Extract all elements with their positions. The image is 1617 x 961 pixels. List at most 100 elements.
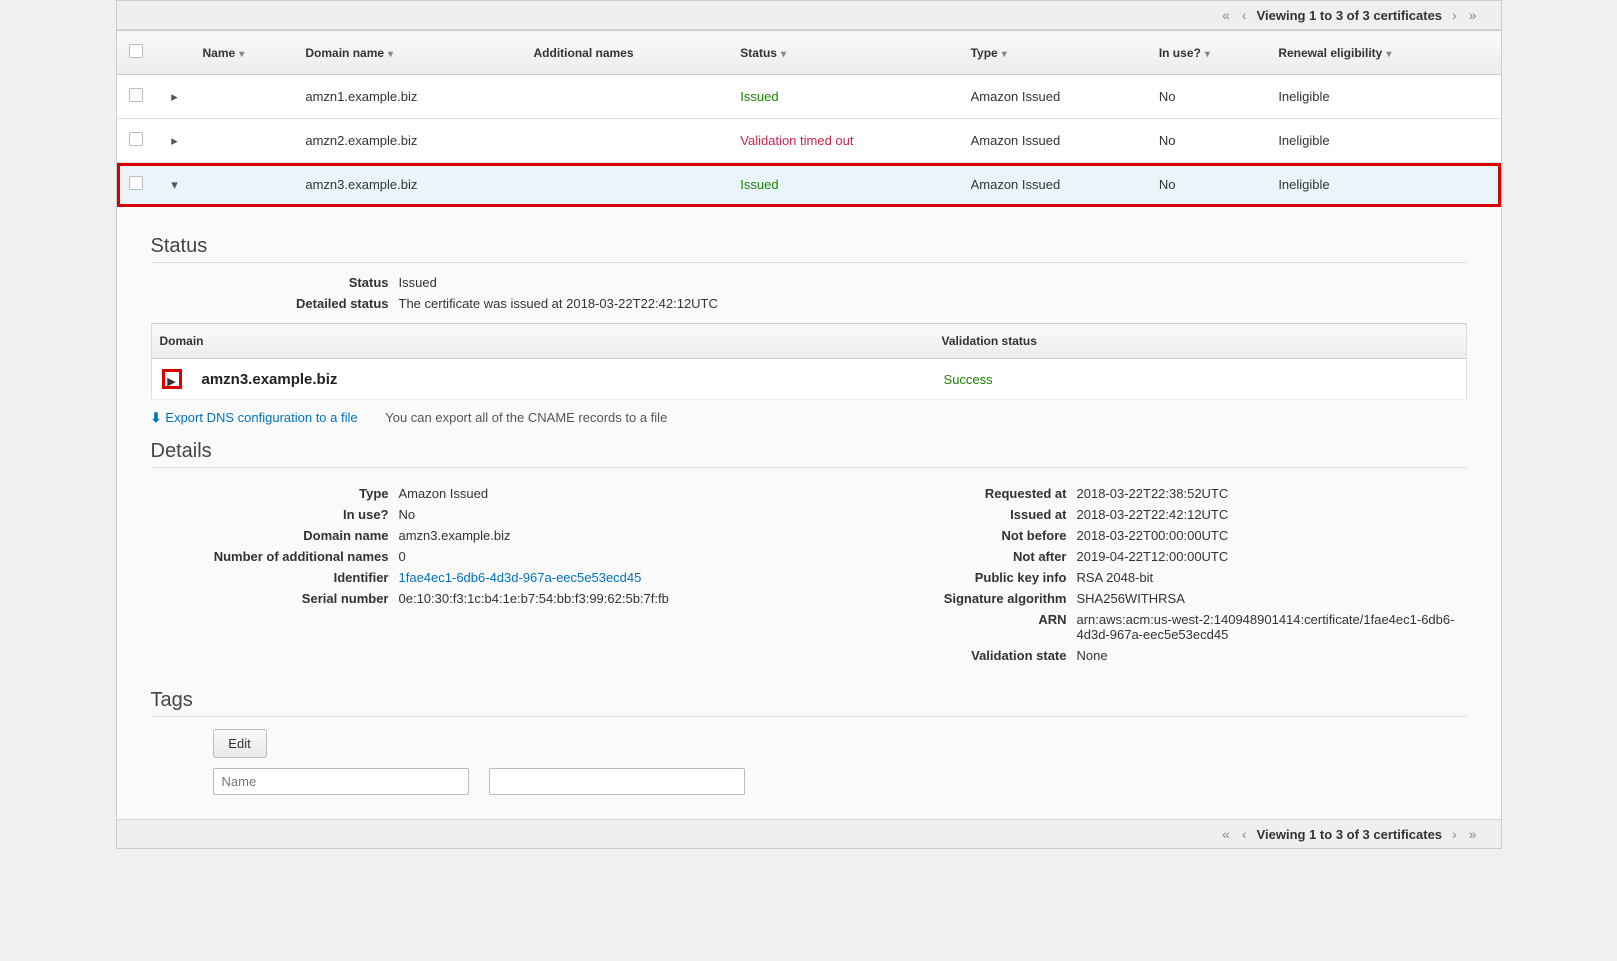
- identifier-link[interactable]: 1fae4ec1-6db6-4d3d-967a-eec5e53ecd45: [399, 570, 642, 585]
- detail-value: arn:aws:acm:us-west-2:140948901414:certi…: [1077, 612, 1455, 642]
- cell-domain: amzn3.example.biz: [297, 163, 525, 207]
- details-heading: Details: [151, 440, 1467, 463]
- caret-down-icon: ▾: [1002, 49, 1007, 60]
- pager-top: « ‹ Viewing 1 to 3 of 3 certificates › »: [117, 1, 1501, 30]
- cell-status: Issued: [732, 75, 962, 119]
- pager-prev-icon[interactable]: ‹: [1236, 7, 1253, 23]
- detail-label: Requested at: [829, 486, 1077, 501]
- domain-col-header: Domain: [151, 324, 934, 359]
- select-all-checkbox[interactable]: [129, 44, 143, 58]
- table-row[interactable]: ▸ amzn2.example.biz Validation timed out…: [117, 119, 1501, 163]
- detail-label: Validation state: [829, 648, 1077, 663]
- detailed-status-label: Detailed status: [151, 296, 399, 311]
- col-type[interactable]: Type▾: [963, 31, 1151, 75]
- pager-next-icon[interactable]: ›: [1446, 826, 1463, 842]
- detail-label: Signature algorithm: [829, 591, 1077, 606]
- col-inuse[interactable]: In use?▾: [1151, 31, 1271, 75]
- detail-value: No: [399, 507, 416, 522]
- detail-value: amzn3.example.biz: [399, 528, 511, 543]
- pager-next-icon[interactable]: ›: [1446, 7, 1463, 23]
- validation-status: Success: [934, 359, 1466, 400]
- col-name[interactable]: Name▾: [195, 31, 298, 75]
- cell-type: Amazon Issued: [963, 75, 1151, 119]
- tag-value-input[interactable]: [489, 768, 745, 795]
- detail-value: SHA256WITHRSA: [1077, 591, 1185, 606]
- pager-first-icon[interactable]: «: [1216, 826, 1236, 842]
- row-expand-toggle[interactable]: ▾: [155, 163, 195, 207]
- col-status[interactable]: Status▾: [732, 31, 962, 75]
- cell-renewal: Ineligible: [1270, 75, 1500, 119]
- download-icon: ⬇: [151, 410, 162, 425]
- caret-down-icon: ▾: [1386, 49, 1391, 60]
- detail-label: Not after: [829, 549, 1077, 564]
- export-note: You can export all of the CNAME records …: [385, 410, 667, 425]
- cell-status: Issued: [732, 163, 962, 207]
- detail-value: 2018-03-22T22:42:12UTC: [1077, 507, 1229, 522]
- cell-type: Amazon Issued: [963, 163, 1151, 207]
- caret-down-icon: ▾: [1205, 49, 1210, 60]
- status-label: Status: [151, 275, 399, 290]
- caret-down-icon: ▾: [388, 49, 393, 60]
- edit-tags-button[interactable]: Edit: [213, 729, 267, 758]
- detail-label: Issued at: [829, 507, 1077, 522]
- detail-label: Serial number: [151, 591, 399, 606]
- detail-value: 2018-03-22T22:38:52UTC: [1077, 486, 1229, 501]
- detailed-status-value: The certificate was issued at 2018-03-22…: [399, 296, 1467, 311]
- detail-value: 2018-03-22T00:00:00UTC: [1077, 528, 1229, 543]
- col-renewal[interactable]: Renewal eligibility▾: [1270, 31, 1500, 75]
- detail-label: Public key info: [829, 570, 1077, 585]
- cell-domain: amzn2.example.biz: [297, 119, 525, 163]
- domain-expand-icon[interactable]: ▶: [162, 369, 182, 389]
- detail-label: Number of additional names: [151, 549, 399, 564]
- row-checkbox[interactable]: [129, 88, 143, 102]
- pager-last-icon[interactable]: »: [1463, 7, 1483, 23]
- table-row[interactable]: ▾ amzn3.example.biz Issued Amazon Issued…: [117, 163, 1501, 207]
- col-domain[interactable]: Domain name▾: [297, 31, 525, 75]
- detail-label: Type: [151, 486, 399, 501]
- cell-inuse: No: [1151, 75, 1271, 119]
- cell-additional: [526, 119, 733, 163]
- pager-text: Viewing 1 to 3 of 3 certificates: [1253, 827, 1446, 842]
- export-dns-link[interactable]: ⬇Export DNS configuration to a file: [151, 410, 358, 425]
- caret-down-icon: ▾: [781, 49, 786, 60]
- cell-inuse: No: [1151, 119, 1271, 163]
- detail-label: Domain name: [151, 528, 399, 543]
- detail-value: RSA 2048-bit: [1077, 570, 1154, 585]
- cell-renewal: Ineligible: [1270, 119, 1500, 163]
- cell-name: [195, 75, 298, 119]
- detail-value: 0: [399, 549, 406, 564]
- domain-validation-table: Domain Validation status ▶ amzn3.example…: [151, 323, 1467, 400]
- row-checkbox[interactable]: [129, 176, 143, 190]
- detail-value: Amazon Issued: [399, 486, 489, 501]
- caret-down-icon: ▾: [239, 49, 244, 60]
- select-all-header[interactable]: [117, 31, 155, 75]
- detail-label: Identifier: [151, 570, 399, 585]
- row-expand-toggle[interactable]: ▸: [155, 75, 195, 119]
- cell-inuse: No: [1151, 163, 1271, 207]
- pager-first-icon[interactable]: «: [1216, 7, 1236, 23]
- cell-type: Amazon Issued: [963, 119, 1151, 163]
- cell-domain: amzn1.example.biz: [297, 75, 525, 119]
- pager-text: Viewing 1 to 3 of 3 certificates: [1253, 8, 1446, 23]
- expanded-panel: Status StatusIssued Detailed statusThe c…: [117, 207, 1501, 820]
- table-row[interactable]: ▸ amzn1.example.biz Issued Amazon Issued…: [117, 75, 1501, 119]
- status-heading: Status: [151, 235, 1467, 258]
- domain-name: amzn3.example.biz: [192, 359, 934, 400]
- cell-name: [195, 119, 298, 163]
- cell-renewal: Ineligible: [1270, 163, 1500, 207]
- cell-additional: [526, 163, 733, 207]
- tags-heading: Tags: [151, 689, 1467, 712]
- pager-prev-icon[interactable]: ‹: [1236, 826, 1253, 842]
- row-checkbox[interactable]: [129, 132, 143, 146]
- tag-name-input[interactable]: [213, 768, 469, 795]
- row-expand-toggle[interactable]: ▸: [155, 119, 195, 163]
- expand-header: [155, 31, 195, 75]
- validation-status-col-header: Validation status: [934, 324, 1466, 359]
- cell-status: Validation timed out: [732, 119, 962, 163]
- col-additional[interactable]: Additional names: [526, 31, 733, 75]
- pager-last-icon[interactable]: »: [1463, 826, 1483, 842]
- status-value: Issued: [399, 275, 1467, 290]
- cell-additional: [526, 75, 733, 119]
- pager-bottom: « ‹ Viewing 1 to 3 of 3 certificates › »: [117, 819, 1501, 848]
- detail-value: None: [1077, 648, 1108, 663]
